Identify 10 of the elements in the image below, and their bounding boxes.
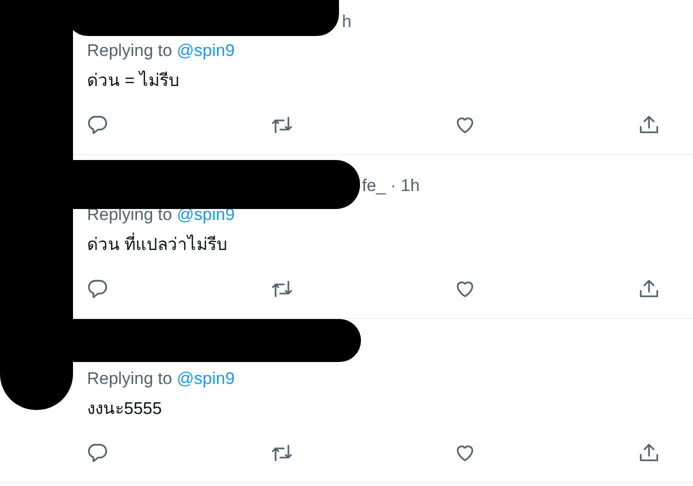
replying-label: Replying to xyxy=(87,205,172,224)
tweet-text: ด่วน = ไม่รีบ xyxy=(87,70,180,92)
tweet-meta: h xyxy=(342,12,352,31)
replying-label: Replying to xyxy=(87,369,172,388)
handle-link[interactable]: @spin9 xyxy=(176,41,235,60)
tweet-text: ด่วน ที่แปลว่าไม่รีบ xyxy=(87,234,658,256)
replying-label: Replying to xyxy=(87,41,172,60)
handle-link[interactable]: @spin9 xyxy=(176,369,235,388)
tweet-meta: fe_ · 1h xyxy=(362,176,420,195)
tweet-text: งงนะ5555 xyxy=(87,398,163,420)
